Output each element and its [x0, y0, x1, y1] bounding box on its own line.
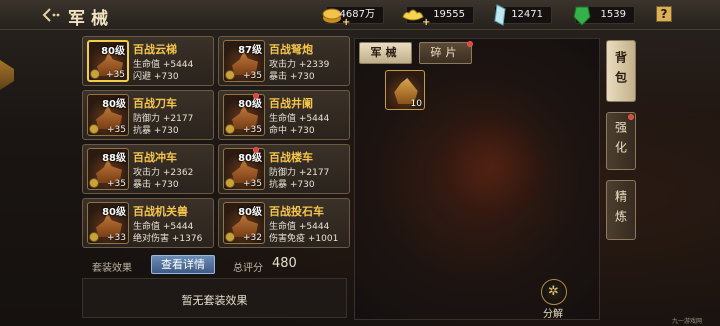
- item-name: 百战投石车: [269, 205, 324, 218]
- equipment-thumbnail: 80级 +35: [223, 148, 265, 190]
- item-name: 百战井阑: [269, 97, 313, 110]
- item-enhance-level: +35: [243, 179, 262, 189]
- item-name: 百战楼车: [269, 151, 313, 164]
- notification-dot: [467, 41, 473, 47]
- side-tab-enhance-label: 强化: [613, 121, 628, 161]
- inventory-item[interactable]: 10: [385, 70, 425, 110]
- side-tab-bag[interactable]: 背包: [606, 40, 636, 102]
- page-title: 军械: [68, 9, 114, 29]
- item-level: 80级: [238, 207, 262, 218]
- no-set-effect-text: 暂无套装效果: [181, 294, 248, 307]
- item-name: 百战云梯: [133, 43, 177, 56]
- equipment-thumbnail: 87级 +35: [223, 40, 265, 82]
- tab-armory[interactable]: 军械: [359, 42, 412, 64]
- equipment-card[interactable]: 80级 +32 百战投石车 生命值 +5444 伤害免疫 +1001: [218, 198, 350, 248]
- jade-icon: [570, 3, 594, 27]
- inventory-panel: 军械 碎片 10 ✲ 分解: [354, 38, 600, 320]
- equipment-card[interactable]: 87级 +35 百战弩炮 攻击力 +2339 暴击 +730: [218, 36, 350, 86]
- total-score-label: 总评分: [233, 263, 263, 274]
- equipment-thumbnail: 80级 +35: [223, 94, 265, 136]
- crystal-icon: [489, 3, 513, 27]
- item-stat-secondary: 伤害免疫 +1001: [269, 234, 339, 244]
- equipment-thumbnail: 80级 +35: [87, 94, 129, 136]
- item-name: 百战机关兽: [133, 205, 188, 218]
- item-enhance-level: +35: [107, 125, 126, 135]
- item-stat-secondary: 绝对伤害 +1376: [133, 234, 203, 244]
- equipment-card[interactable]: 80级 +35 百战井阑 生命值 +5444 命中 +730: [218, 90, 350, 140]
- crystal-resource[interactable]: 12471: [494, 4, 552, 26]
- top-bar: 军械 + 4687万 + 19555 12471 1539 ?: [0, 0, 720, 30]
- rank-badge-icon: [225, 124, 235, 134]
- tab-fragments[interactable]: 碎片: [419, 41, 473, 64]
- equipment-thumbnail: 80级 +33: [87, 202, 129, 244]
- watermark: 九一游戏网: [672, 318, 703, 325]
- item-enhance-level: +32: [243, 233, 262, 243]
- equipment-card[interactable]: 80级 +33 百战机关兽 生命值 +5444 绝对伤害 +1376: [82, 198, 214, 248]
- item-level: 80级: [101, 46, 125, 57]
- total-score-value: 480: [272, 256, 297, 271]
- item-enhance-level: +35: [107, 179, 126, 189]
- item-name: 百战刀车: [133, 97, 177, 110]
- item-level: 87级: [238, 45, 262, 56]
- rank-badge-icon: [225, 70, 235, 80]
- back-arrow-icon[interactable]: [42, 7, 60, 23]
- side-tab-enhance[interactable]: 强化: [606, 112, 636, 170]
- item-name: 百战弩炮: [269, 43, 313, 56]
- rank-badge-icon: [225, 178, 235, 188]
- jade-value: 1539: [600, 9, 626, 20]
- equipment-card[interactable]: 80级 +35 百战云梯 生命值 +5444 闪避 +730: [82, 36, 214, 86]
- item-enhance-level: +35: [243, 125, 262, 135]
- view-details-button[interactable]: 查看详情: [151, 255, 215, 274]
- gold-resource[interactable]: + 4687万: [322, 6, 384, 28]
- rank-badge-icon: [225, 232, 235, 242]
- equipment-card[interactable]: 80级 +35 百战楼车 防御力 +2177 抗暴 +730: [218, 144, 350, 194]
- equipment-card[interactable]: 80级 +35 百战刀车 防御力 +2177 抗暴 +730: [82, 90, 214, 140]
- equipment-thumbnail: 88级 +35: [87, 148, 129, 190]
- set-effect-panel: 暂无套装效果: [82, 278, 347, 318]
- equipment-card[interactable]: 88级 +35 百战冲车 攻击力 +2362 暴击 +730: [82, 144, 214, 194]
- dragon-emblem-icon: [437, 111, 547, 221]
- silver-value: 19555: [433, 9, 465, 20]
- item-enhance-level: +35: [243, 71, 262, 81]
- swirl-icon: ✲: [548, 284, 559, 299]
- side-tab-refine[interactable]: 精炼: [606, 180, 636, 240]
- decompose-label: 分解: [543, 309, 563, 320]
- item-enhance-level: +35: [106, 70, 125, 80]
- item-name: 百战冲车: [133, 151, 177, 164]
- item-stat-secondary: 闪避 +730: [133, 72, 179, 82]
- item-stat-secondary: 暴击 +730: [269, 72, 315, 82]
- tab-fragments-label: 碎片: [430, 46, 461, 59]
- crystal-value: 12471: [511, 9, 543, 20]
- help-button[interactable]: ?: [656, 6, 672, 22]
- silver-resource[interactable]: + 19555: [402, 6, 474, 28]
- notification-dot: [253, 93, 259, 99]
- item-enhance-level: +33: [107, 233, 126, 243]
- item-stat-secondary: 命中 +730: [269, 126, 315, 136]
- equipment-thumbnail: 80级 +35: [87, 40, 129, 82]
- item-stat-secondary: 抗暴 +730: [269, 180, 315, 190]
- notification-dot: [253, 147, 259, 153]
- add-silver-icon[interactable]: +: [422, 15, 430, 31]
- rank-badge-icon: [89, 232, 99, 242]
- set-effect-label: 套装效果: [92, 263, 132, 274]
- gold-value: 4687万: [339, 9, 375, 20]
- decompose-button[interactable]: ✲: [541, 279, 567, 305]
- rank-badge-icon: [89, 124, 99, 134]
- rank-badge-icon: [89, 178, 99, 188]
- equipment-thumbnail: 80级 +32: [223, 202, 265, 244]
- item-level: 88级: [102, 153, 126, 164]
- inventory-item-count: 10: [410, 99, 422, 109]
- item-stat-secondary: 暴击 +730: [133, 180, 179, 190]
- item-stat-secondary: 抗暴 +730: [133, 126, 179, 136]
- rank-badge-icon: [90, 69, 100, 79]
- jade-resource[interactable]: 1539: [573, 6, 635, 26]
- item-level: 80级: [102, 99, 126, 110]
- item-level: 80级: [102, 207, 126, 218]
- notification-dot: [628, 114, 634, 120]
